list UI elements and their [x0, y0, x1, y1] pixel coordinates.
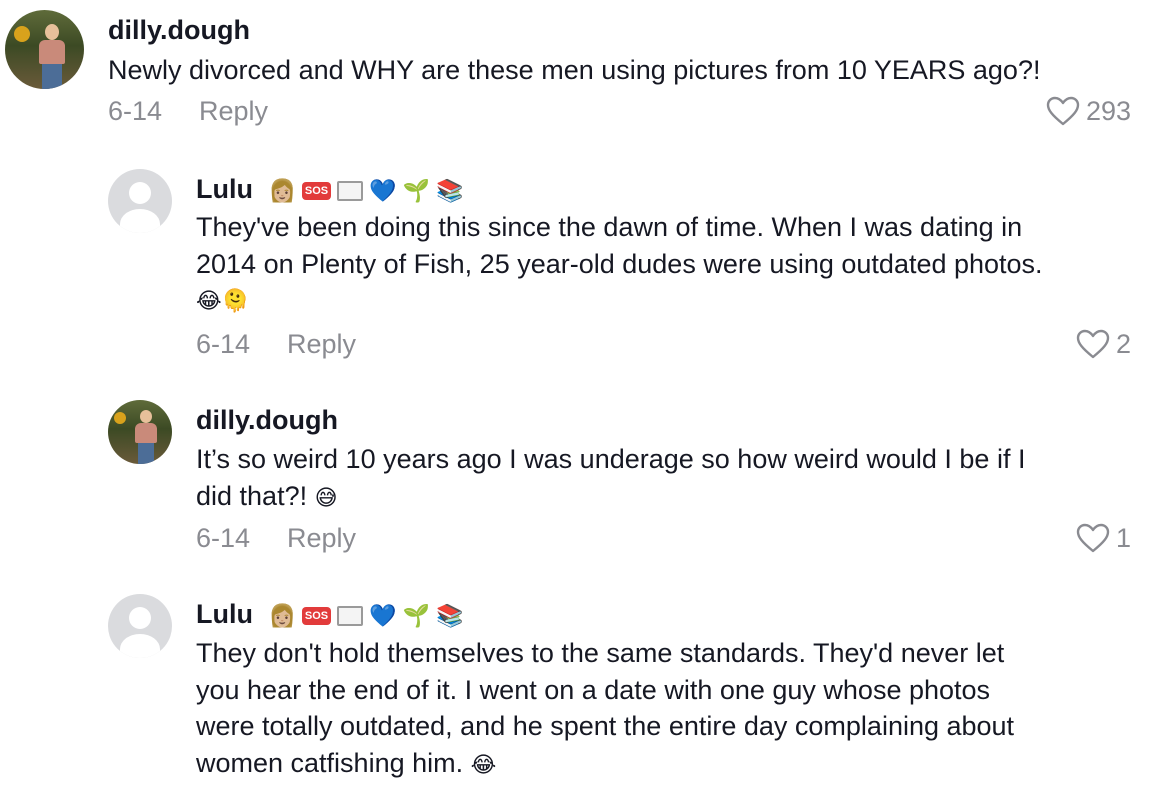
default-avatar-icon[interactable]: [108, 169, 172, 233]
heart-outline-icon: [1046, 96, 1080, 126]
blue-heart-emoji-icon: 💙: [369, 177, 397, 203]
seedling-emoji-icon: 🌱: [402, 602, 430, 628]
comment-date: 6-14: [108, 96, 163, 126]
reply-button[interactable]: Reply: [287, 328, 356, 360]
seedling-emoji-icon: 🌱: [402, 177, 430, 203]
comment-text-segment: did that?!: [196, 481, 308, 511]
sos-badge-icon: SOS: [301, 181, 332, 200]
comment-3: dilly.dough It’s so weird 10 years ago I…: [0, 392, 1160, 572]
avatar-legs-graphic: [138, 443, 154, 464]
avatar-dilly-dough[interactable]: [5, 10, 84, 89]
comment-text-line: They don't hold themselves to the same s…: [196, 638, 1005, 668]
reply-button[interactable]: Reply: [287, 522, 356, 554]
comment-2: Lulu 👩🏼 SOS 💙 🌱 📚 They've been doing thi…: [0, 160, 1160, 380]
default-avatar-icon[interactable]: [108, 594, 172, 658]
like-button[interactable]: 293: [1046, 95, 1131, 127]
white-flag-icon: [337, 605, 364, 626]
avatar-head-graphic: [140, 410, 152, 423]
avatar-head-graphic: [129, 182, 151, 204]
comment-4: Lulu 👩🏼 SOS 💙 🌱 📚 They don't hold themse…: [0, 585, 1160, 788]
like-button[interactable]: 1: [1076, 522, 1131, 554]
avatar-legs-graphic: [42, 64, 62, 89]
comment-text: Newly divorced and WHY are these men usi…: [108, 55, 1041, 85]
comment-emojis: 😂🫠: [196, 288, 250, 313]
comment-username: Lulu 👩🏼 SOS 💙 🌱 📚: [196, 598, 463, 630]
username-text[interactable]: Lulu: [196, 599, 253, 629]
white-flag-icon: [337, 180, 364, 201]
like-count: 293: [1085, 96, 1131, 126]
avatar-head-graphic: [129, 607, 151, 629]
avatar-body-graphic: [120, 634, 160, 658]
sos-badge-icon: SOS: [301, 606, 332, 625]
username-text[interactable]: Lulu: [196, 174, 253, 204]
like-count: 2: [1115, 329, 1131, 359]
comment-username[interactable]: dilly.dough: [108, 14, 250, 46]
heart-outline-icon: [1076, 329, 1110, 359]
comment-text-line: 2014 on Plenty of Fish, 25 year-old dude…: [196, 249, 1043, 279]
sunflower-graphic: [14, 26, 30, 42]
tears-of-joy-emoji-icon: 😂: [470, 751, 497, 777]
reply-button[interactable]: Reply: [199, 95, 268, 127]
comment-text-segment: women catfishing him.: [196, 748, 464, 778]
comment-username: Lulu 👩🏼 SOS 💙 🌱 📚: [196, 173, 463, 205]
comment-date: 6-14: [196, 329, 251, 359]
comment-text-line: They've been doing this since the dawn o…: [196, 212, 1023, 242]
like-button[interactable]: 2: [1076, 328, 1131, 360]
books-emoji-icon: 📚: [435, 602, 464, 628]
comment-text-line: you hear the end of it. I went on a date…: [196, 675, 991, 705]
like-count: 1: [1115, 523, 1131, 553]
sunflower-graphic: [114, 412, 126, 424]
books-emoji-icon: 📚: [435, 177, 464, 203]
comment-date: 6-14: [196, 523, 251, 553]
username-badges: 👩🏼 SOS 💙 🌱 📚: [269, 177, 464, 205]
avatar-body-graphic: [135, 423, 157, 443]
blue-heart-emoji-icon: 💙: [369, 602, 397, 628]
avatar-body-graphic: [120, 209, 160, 233]
username-badges: 👩🏼 SOS 💙 🌱 📚: [269, 602, 464, 630]
comment-text-line: were totally outdated, and he spent the …: [196, 711, 1015, 741]
woman-emoji-icon: 👩🏼: [268, 177, 296, 203]
comment-1: dilly.dough Newly divorced and WHY are t…: [0, 0, 1160, 140]
avatar-dilly-dough[interactable]: [108, 400, 172, 464]
heart-outline-icon: [1076, 523, 1110, 553]
sweat-smile-emoji-icon: 😅: [314, 484, 338, 510]
avatar-body-graphic: [39, 40, 65, 64]
woman-emoji-icon: 👩🏼: [268, 602, 296, 628]
comment-text-line: women catfishing him. 😂: [196, 745, 496, 782]
comment-text-line: It’s so weird 10 years ago I was underag…: [196, 444, 1026, 474]
comment-username[interactable]: dilly.dough: [196, 404, 338, 436]
avatar-head-graphic: [45, 24, 59, 40]
comment-text-line: did that?! 😅: [196, 478, 338, 515]
